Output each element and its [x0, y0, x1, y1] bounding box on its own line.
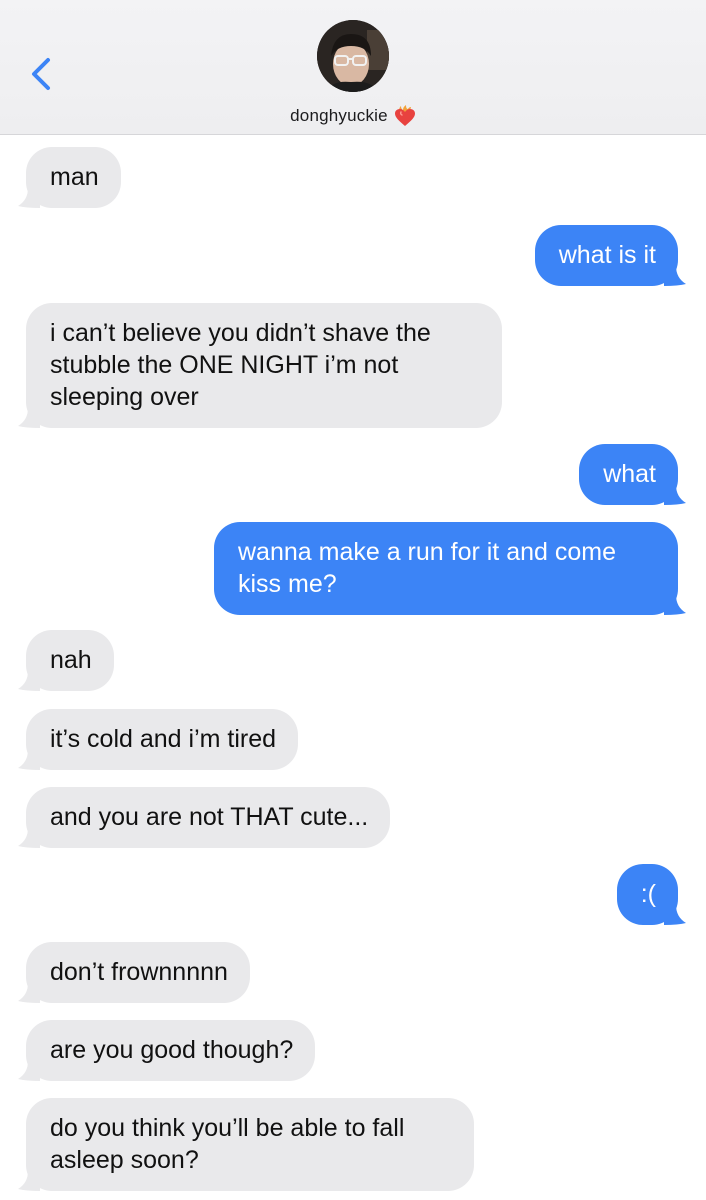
message-bubble-incoming[interactable]: and you are not THAT cute... — [18, 787, 391, 848]
avatar[interactable] — [317, 20, 389, 92]
message-text: :( — [640, 880, 656, 908]
message-text: don’t frownnnnn — [50, 958, 228, 986]
message-bubble-incoming[interactable]: man — [18, 147, 121, 208]
contact-name-row[interactable]: donghyuckie — [0, 104, 706, 128]
contact-name: donghyuckie — [290, 106, 388, 125]
message-bubble-outgoing[interactable]: what is it — [534, 225, 686, 286]
message-text: nah — [50, 646, 92, 674]
message-text: and you are not THAT cute... — [50, 803, 369, 831]
message-bubble-incoming[interactable]: are you good though? — [18, 1020, 316, 1081]
message-bubble-outgoing[interactable]: wanna make a run for it and come kiss me… — [214, 522, 686, 615]
message-text: what — [603, 460, 656, 488]
message-text: what is it — [558, 241, 656, 269]
message-bubble-incoming[interactable]: nah — [18, 630, 114, 691]
back-button[interactable] — [22, 52, 62, 96]
message-bubble-incoming[interactable]: i can’t believe you didn’t shave the stu… — [18, 303, 502, 428]
message-text: man — [50, 163, 99, 191]
message-text: it’s cold and i’m tired — [50, 725, 277, 753]
message-text: wanna make a run for it and come kiss me… — [238, 538, 616, 598]
message-bubble-incoming[interactable]: it’s cold and i’m tired — [18, 709, 299, 770]
heart-on-fire-icon — [394, 105, 416, 127]
message-bubble-incoming[interactable]: don’t frownnnnn — [18, 942, 250, 1003]
message-bubble-incoming[interactable]: do you think you’ll be able to fall asle… — [18, 1098, 474, 1191]
message-text: are you good though? — [50, 1036, 294, 1064]
message-text: i can’t believe you didn’t shave the stu… — [50, 319, 431, 411]
message-bubble-outgoing[interactable]: :( — [616, 864, 686, 925]
conversation-header: donghyuckie — [0, 0, 706, 135]
avatar-photo — [317, 20, 389, 92]
chevron-left-icon — [32, 58, 50, 90]
message-bubble-outgoing[interactable]: what — [579, 444, 686, 505]
message-text: do you think you’ll be able to fall asle… — [50, 1114, 405, 1174]
